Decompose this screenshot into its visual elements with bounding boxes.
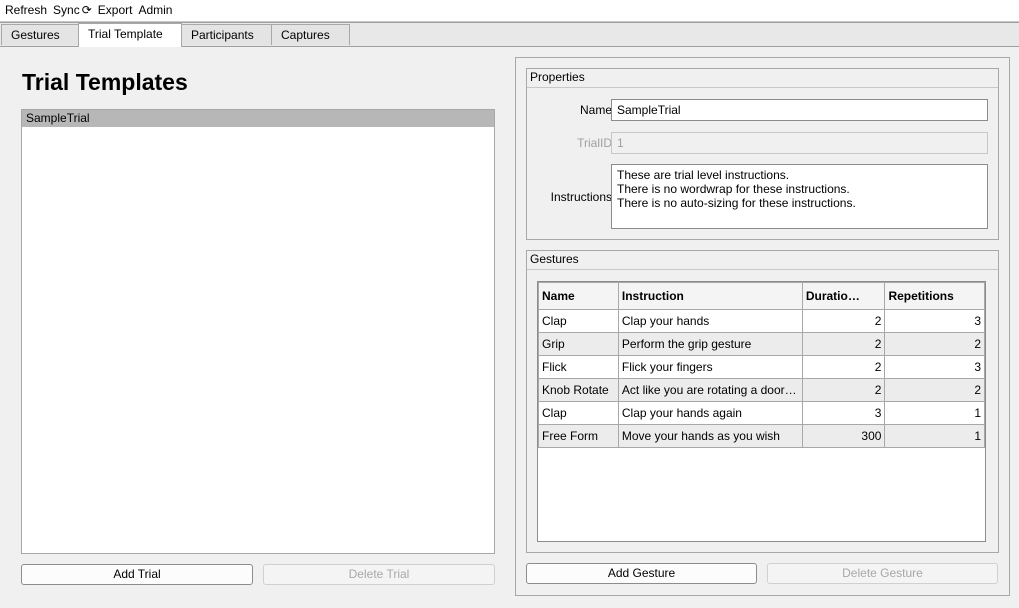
add-trial-button[interactable]: Add Trial — [21, 564, 253, 585]
menu-bar: Refresh Sync ⟳ Export Admin — [0, 0, 1019, 22]
instructions-line: There is no auto-sizing for these instru… — [617, 196, 856, 210]
cell-duration[interactable]: 2 — [801, 378, 886, 402]
instructions-line: These are trial level instructions. — [617, 168, 790, 182]
list-item[interactable]: SampleTrial — [22, 110, 494, 127]
properties-group: Properties Name SampleTrial TrialID 1 In… — [526, 68, 999, 240]
sync-icon: ⟳ — [81, 3, 92, 17]
properties-title: Properties — [527, 69, 998, 88]
cell-repetitions[interactable]: 1 — [884, 424, 985, 448]
cell-name[interactable]: Clap — [538, 309, 619, 333]
table-header-row: Name Instruction Duratio… Repetitions — [538, 282, 985, 310]
cell-repetitions[interactable]: 1 — [884, 401, 985, 425]
cell-name[interactable]: Grip — [538, 332, 619, 356]
gestures-title: Gestures — [527, 251, 998, 270]
cell-instruction[interactable]: Act like you are rotating a door… — [617, 378, 803, 402]
name-field[interactable]: SampleTrial — [611, 99, 988, 121]
cell-name[interactable]: Free Form — [538, 424, 619, 448]
cell-name[interactable]: Flick — [538, 355, 619, 379]
column-header-instruction[interactable]: Instruction — [617, 282, 803, 310]
menu-refresh[interactable]: Refresh — [0, 1, 50, 20]
cell-repetitions[interactable]: 2 — [884, 378, 985, 402]
cell-repetitions[interactable]: 2 — [884, 332, 985, 356]
add-gesture-button[interactable]: Add Gesture — [526, 563, 757, 584]
cell-repetitions[interactable]: 3 — [884, 309, 985, 333]
cell-duration[interactable]: 300 — [801, 424, 886, 448]
name-label: Name — [579, 103, 612, 117]
tab-captures[interactable]: Captures — [271, 24, 350, 45]
column-header-duration[interactable]: Duratio… — [801, 282, 886, 310]
menu-export[interactable]: Export — [95, 1, 136, 20]
trialid-label: TrialID — [577, 136, 612, 150]
gestures-table[interactable]: Name Instruction Duratio… Repetitions Cl… — [537, 281, 986, 542]
column-header-repetitions[interactable]: Repetitions — [884, 282, 985, 310]
menu-sync-label: Sync — [53, 3, 80, 17]
cell-instruction[interactable]: Perform the grip gesture — [617, 332, 803, 356]
right-panel: Properties Name SampleTrial TrialID 1 In… — [515, 57, 1010, 596]
table-row[interactable]: Knob Rotate Act like you are rotating a … — [538, 378, 985, 402]
tab-trial-template[interactable]: Trial Template — [78, 23, 182, 47]
cell-duration[interactable]: 2 — [801, 332, 886, 356]
table-row[interactable]: Clap Clap your hands 2 3 — [538, 309, 985, 333]
page-title: Trial Templates — [22, 69, 188, 95]
instructions-line: There is no wordwrap for these instructi… — [617, 182, 850, 196]
table-row[interactable]: Clap Clap your hands again 3 1 — [538, 401, 985, 425]
gestures-group: Gestures Name Instruction Duratio… Repet… — [526, 250, 999, 553]
instructions-field[interactable]: These are trial level instructions. Ther… — [611, 164, 988, 229]
cell-instruction[interactable]: Move your hands as you wish — [617, 424, 803, 448]
trial-list[interactable]: SampleTrial — [21, 109, 495, 554]
table-row[interactable]: Free Form Move your hands as you wish 30… — [538, 424, 985, 448]
cell-name[interactable]: Knob Rotate — [538, 378, 619, 402]
cell-repetitions[interactable]: 3 — [884, 355, 985, 379]
trialid-field: 1 — [611, 132, 988, 154]
cell-instruction[interactable]: Flick your fingers — [617, 355, 803, 379]
instructions-label: Instructions — [550, 190, 612, 204]
table-row[interactable]: Flick Flick your fingers 2 3 — [538, 355, 985, 379]
cell-duration[interactable]: 2 — [801, 355, 886, 379]
menu-admin[interactable]: Admin — [135, 1, 175, 20]
delete-trial-button[interactable]: Delete Trial — [263, 564, 495, 585]
delete-gesture-button[interactable]: Delete Gesture — [767, 563, 998, 584]
cell-instruction[interactable]: Clap your hands again — [617, 401, 803, 425]
tab-participants[interactable]: Participants — [181, 24, 272, 45]
column-header-name[interactable]: Name — [538, 282, 619, 310]
cell-duration[interactable]: 2 — [801, 309, 886, 333]
cell-duration[interactable]: 3 — [801, 401, 886, 425]
cell-name[interactable]: Clap — [538, 401, 619, 425]
tab-bar: Gestures Trial Template Participants Cap… — [0, 23, 1019, 47]
menu-sync[interactable]: Sync ⟳ — [50, 1, 95, 20]
table-row[interactable]: Grip Perform the grip gesture 2 2 — [538, 332, 985, 356]
tab-gestures[interactable]: Gestures — [1, 24, 79, 45]
cell-instruction[interactable]: Clap your hands — [617, 309, 803, 333]
